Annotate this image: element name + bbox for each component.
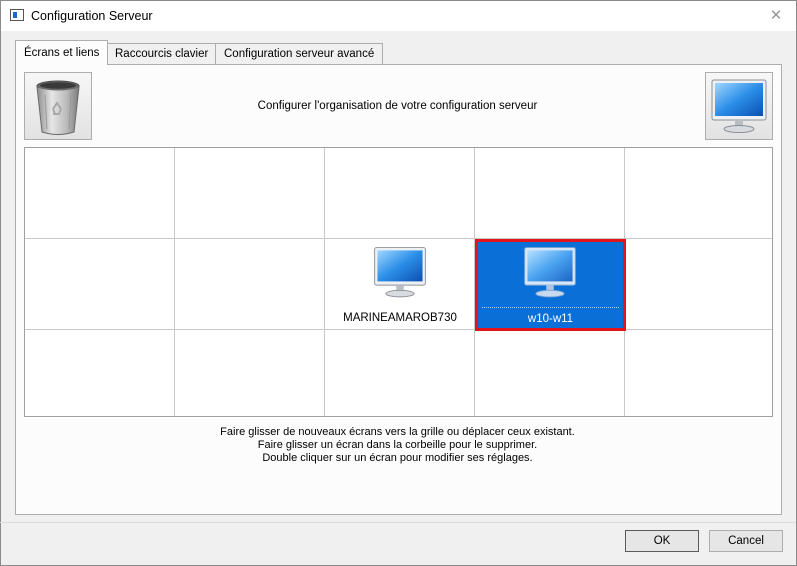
footer-divider	[0, 522, 795, 523]
grid-cell[interactable]	[25, 239, 175, 330]
monitor-icon	[374, 247, 426, 298]
recycle-bin-icon	[36, 80, 80, 135]
screen-name-label: MARINEAMAROB730	[343, 312, 457, 324]
screen-layout-grid[interactable]: MARINEAMAROB730 w10-w11	[24, 147, 773, 417]
app-window-icon	[10, 9, 24, 21]
trash-button[interactable]	[24, 72, 92, 140]
ok-button[interactable]: OK	[625, 530, 699, 552]
close-icon[interactable]: ✕	[756, 1, 796, 31]
grid-cell[interactable]	[475, 148, 625, 239]
monitor-icon	[524, 247, 576, 298]
new-screen-button[interactable]	[705, 72, 773, 140]
grid-cell[interactable]	[475, 330, 625, 416]
grid-cell[interactable]	[625, 239, 772, 330]
grid-cell[interactable]	[175, 239, 325, 330]
window-title: Configuration Serveur	[31, 9, 153, 23]
grid-cell[interactable]	[175, 148, 325, 239]
grid-cell[interactable]	[625, 330, 772, 416]
screen-name-label: w10-w11	[527, 313, 574, 325]
hint-double-click: Double cliquer sur un écran pour modifie…	[262, 452, 533, 464]
screen-w10-w11[interactable]: w10-w11	[475, 239, 626, 331]
monitor-icon	[711, 79, 767, 133]
selection-separator	[482, 307, 619, 308]
grid-cell[interactable]	[25, 330, 175, 416]
grid-cell[interactable]	[175, 330, 325, 416]
tab-keyboard-shortcuts[interactable]: Raccourcis clavier	[106, 43, 218, 64]
hint-drag-new-screens: Faire glisser de nouveaux écrans vers la…	[220, 426, 575, 438]
instructions: Faire glisser de nouveaux écrans vers la…	[100, 426, 695, 465]
tab-advanced-server-config[interactable]: Configuration serveur avancé	[215, 43, 384, 64]
hint-drag-to-trash: Faire glisser un écran dans la corbeille…	[257, 439, 538, 451]
screen-marineamarob730[interactable]: MARINEAMAROB730	[325, 239, 475, 330]
tab-screens-and-links[interactable]: Écrans et liens	[15, 40, 109, 65]
grid-cell[interactable]	[325, 330, 475, 416]
grid-cell[interactable]	[325, 148, 475, 239]
cancel-button[interactable]: Cancel	[709, 530, 783, 552]
configuration-description: Configurer l'organisation de votre confi…	[257, 100, 538, 112]
grid-cell[interactable]	[25, 148, 175, 239]
grid-cell[interactable]	[625, 148, 772, 239]
title-bar[interactable]: Configuration Serveur ✕	[1, 1, 796, 31]
